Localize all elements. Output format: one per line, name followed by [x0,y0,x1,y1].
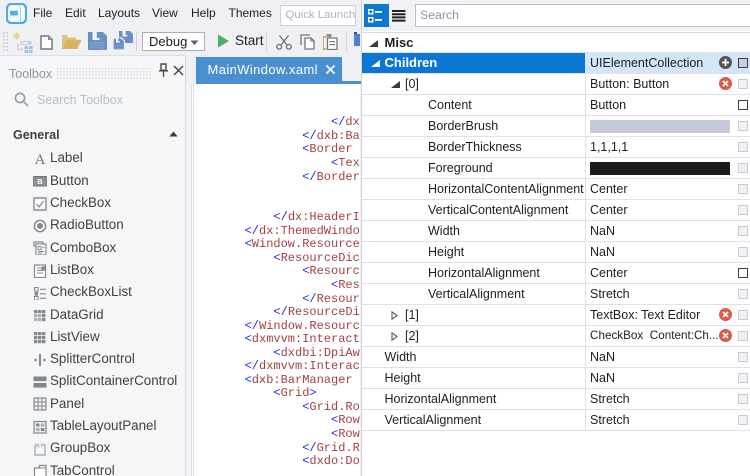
svg-text:B: B [37,177,43,186]
svg-text:A: A [35,152,46,166]
svg-text:XY: XY [36,443,44,449]
